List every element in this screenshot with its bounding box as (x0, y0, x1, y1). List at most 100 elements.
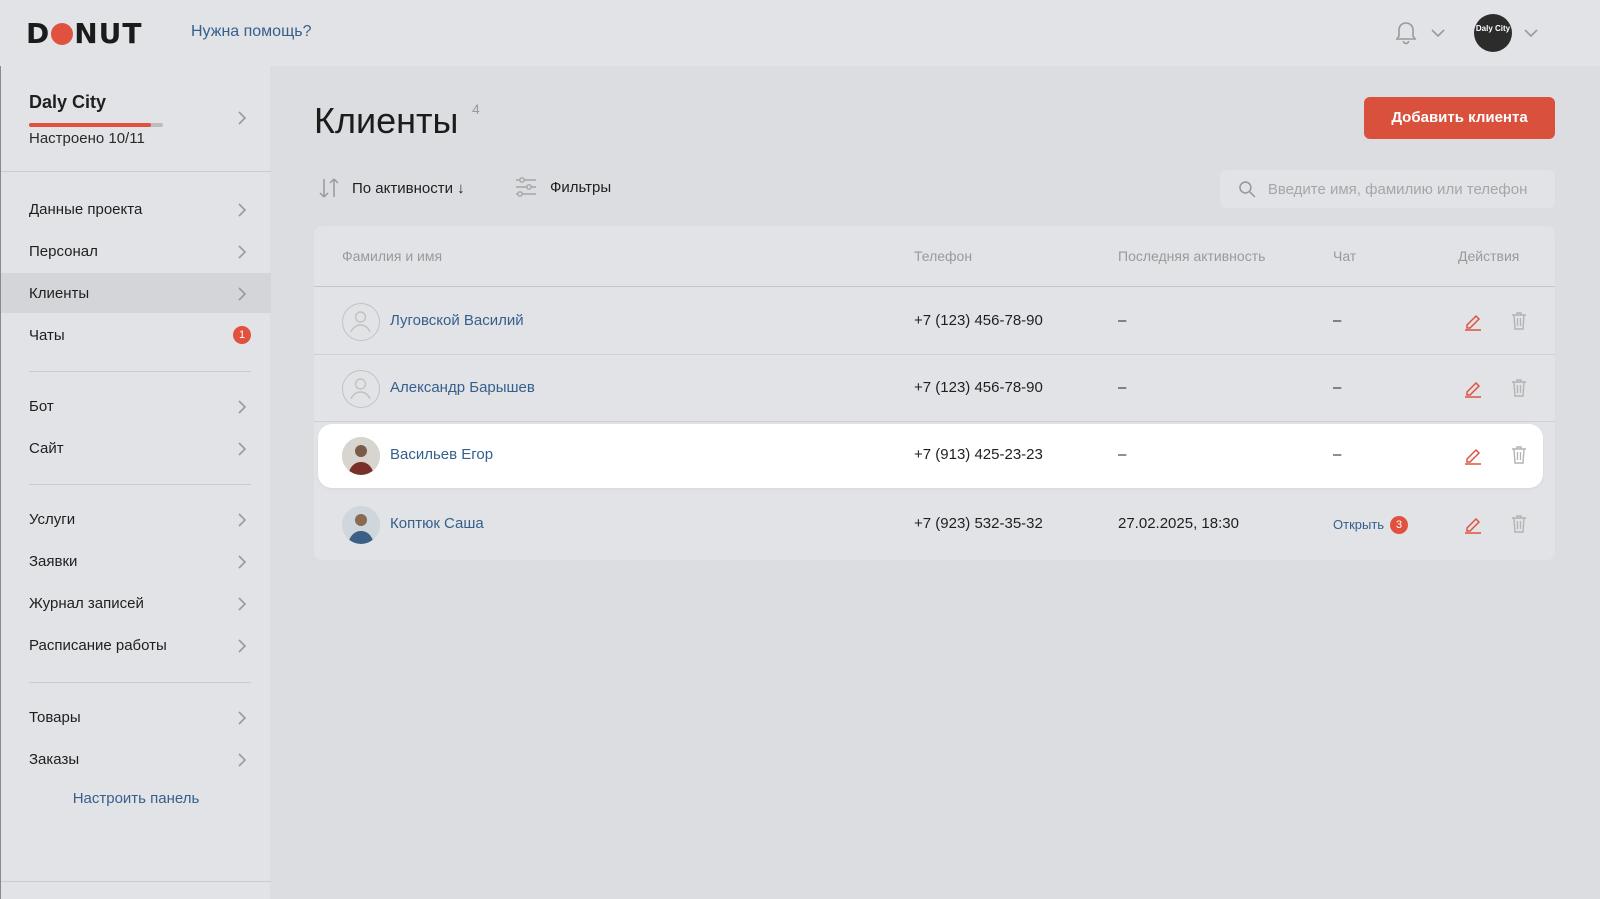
clients-count: 4 (472, 101, 480, 117)
filters-label: Фильтры (550, 178, 612, 196)
delete-icon[interactable] (1509, 444, 1529, 466)
sidebar-item-work-schedule[interactable]: Расписание работы (1, 625, 271, 665)
edit-icon[interactable] (1463, 513, 1483, 535)
help-link[interactable]: Нужна помощь? (191, 23, 311, 41)
sidebar-item-label: Заказы (29, 750, 80, 768)
logo-dot (51, 22, 74, 45)
divider (1, 881, 271, 882)
delete-icon[interactable] (1509, 310, 1529, 332)
sidebar-item-label: Услуги (29, 510, 76, 528)
client-photo (342, 506, 380, 544)
client-photo (342, 437, 380, 475)
donut-logo[interactable]: D NUT (26, 17, 143, 50)
chevron-right-icon (238, 400, 247, 414)
client-phone: +7 (923) 532-35-32 (914, 515, 1043, 532)
open-chat-link[interactable]: Открыть (1333, 517, 1384, 532)
table-row-hovered[interactable]: Васильев Егор +7 (913) 425-23-23 – – (318, 424, 1543, 488)
client-name-link[interactable]: Коптюк Саша (390, 515, 484, 532)
client-last-activity: – (1118, 312, 1127, 329)
sort-icon (319, 178, 339, 198)
table-header: Фамилия и имя Телефон Последняя активнос… (314, 226, 1555, 287)
table-row[interactable]: Коптюк Саша +7 (923) 532-35-32 27.02.202… (314, 491, 1555, 558)
client-phone: +7 (123) 456-78-90 (914, 312, 1043, 329)
filter-sliders-icon (516, 177, 536, 197)
page-title: Клиенты (314, 100, 459, 141)
project-name[interactable]: Daly City (29, 92, 106, 113)
sidebar-item-bot[interactable]: Бот (1, 386, 271, 426)
top-bar: D NUT Нужна помощь? Daly City (0, 0, 1600, 66)
divider (29, 484, 251, 485)
column-header-chat: Чат (1333, 248, 1357, 264)
add-client-button[interactable]: Добавить клиента (1364, 97, 1555, 139)
chevron-down-icon[interactable] (1524, 28, 1538, 38)
edit-icon[interactable] (1463, 444, 1483, 466)
sidebar-item-requests[interactable]: Заявки (1, 541, 271, 581)
client-chat: – (1333, 379, 1342, 396)
bell-icon[interactable] (1394, 20, 1418, 46)
sidebar-item-label: Сайт (29, 439, 64, 457)
person-photo-icon (342, 437, 380, 475)
progress-fill (29, 123, 151, 127)
chat-unread-badge: 3 (1390, 516, 1409, 535)
sidebar-item-label: Данные проекта (29, 200, 143, 218)
column-header-name: Фамилия и имя (342, 248, 443, 264)
edit-icon[interactable] (1463, 310, 1483, 332)
sidebar-item-label: Клиенты (29, 284, 90, 302)
chevron-down-icon[interactable] (1431, 28, 1445, 38)
chevron-right-icon (238, 711, 247, 725)
avatar-placeholder (342, 370, 380, 408)
account-avatar[interactable]: Daly City (1474, 14, 1512, 52)
avatar-text: Daly City (1475, 24, 1511, 33)
table-row[interactable]: Луговской Василий +7 (123) 456-78-90 – – (314, 288, 1555, 355)
search-box[interactable] (1220, 170, 1555, 208)
client-last-activity: – (1118, 446, 1127, 463)
sort-label: По активности ↓ (352, 179, 465, 197)
client-last-activity: – (1118, 379, 1127, 396)
client-name-link[interactable]: Васильев Егор (390, 446, 493, 463)
sidebar-item-label: Журнал записей (29, 594, 144, 612)
column-header-phone: Телефон (914, 248, 973, 264)
delete-icon[interactable] (1509, 377, 1529, 399)
user-placeholder-icon (350, 378, 371, 400)
customize-panel-link[interactable]: Настроить панель (1, 790, 271, 807)
delete-icon[interactable] (1509, 513, 1529, 535)
table-row[interactable]: Александр Барышев +7 (123) 456-78-90 – – (314, 355, 1555, 422)
sidebar-item-label: Персонал (29, 242, 98, 260)
sidebar-item-label: Расписание работы (29, 636, 167, 654)
sidebar-item-orders[interactable]: Заказы (1, 739, 271, 779)
search-input[interactable] (1267, 180, 1555, 198)
chevron-right-icon[interactable] (237, 110, 247, 126)
chevron-right-icon (238, 597, 247, 611)
chevron-right-icon (238, 639, 247, 653)
edit-icon[interactable] (1463, 377, 1483, 399)
setup-status: Настроено 10/11 (29, 130, 145, 147)
sidebar-item-bookings-journal[interactable]: Журнал записей (1, 583, 271, 623)
client-last-activity: 27.02.2025, 18:30 (1118, 515, 1239, 532)
filters-control[interactable]: Фильтры (514, 176, 611, 198)
sidebar-item-chats[interactable]: Чаты 1 (1, 315, 271, 355)
client-name-link[interactable]: Александр Барышев (390, 379, 535, 396)
user-placeholder-icon (350, 311, 371, 333)
client-phone: +7 (123) 456-78-90 (914, 379, 1043, 396)
sidebar-item-label: Бот (29, 397, 54, 415)
divider (29, 371, 251, 372)
client-name-link[interactable]: Луговской Василий (390, 312, 524, 329)
chevron-right-icon (238, 287, 247, 301)
chevron-right-icon (238, 442, 247, 456)
sidebar-item-site[interactable]: Сайт (1, 428, 271, 468)
sidebar-item-label: Товары (29, 708, 81, 726)
sidebar-item-products[interactable]: Товары (1, 697, 271, 737)
sort-control[interactable]: По активности ↓ (318, 176, 465, 200)
person-photo-icon (342, 506, 380, 544)
client-chat: Открыть 3 (1333, 516, 1409, 535)
sidebar-item-services[interactable]: Услуги (1, 499, 271, 539)
sidebar-item-staff[interactable]: Персонал (1, 231, 271, 271)
chevron-right-icon (238, 753, 247, 767)
sidebar: Daly City Настроено 10/11 Данные проекта… (0, 66, 271, 899)
setup-progress-bar (29, 123, 163, 127)
column-header-actions: Действия (1458, 248, 1520, 264)
sidebar-item-project-data[interactable]: Данные проекта (1, 189, 271, 229)
chevron-right-icon (238, 513, 247, 527)
client-chat: – (1333, 312, 1342, 329)
sidebar-item-clients[interactable]: Клиенты (1, 273, 271, 313)
